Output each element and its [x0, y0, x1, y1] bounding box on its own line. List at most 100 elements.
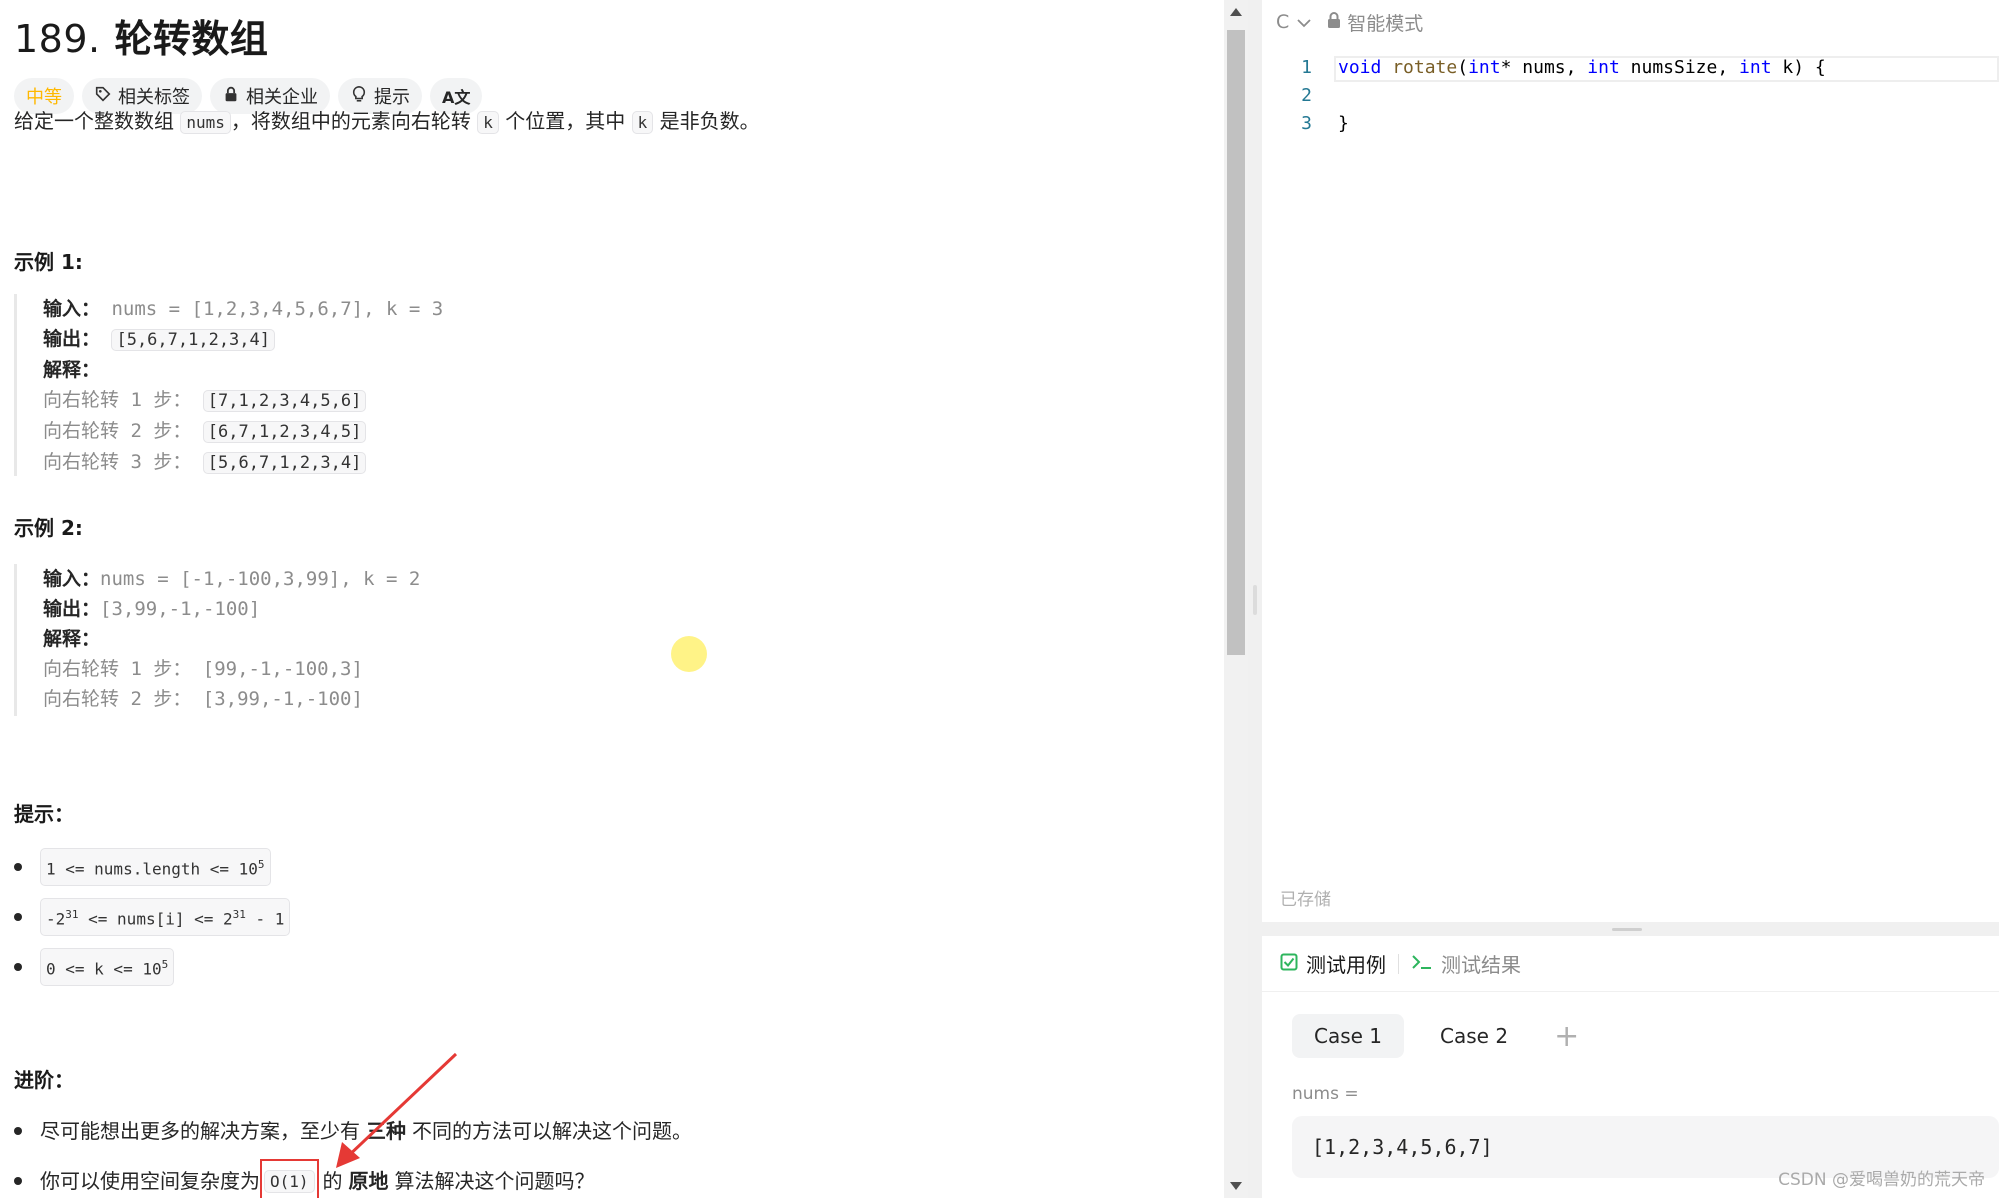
watermark: CSDN @爱喝兽奶的荒天帝	[1778, 1170, 1985, 1190]
step-value: [6,7,1,2,3,4,5]	[202, 421, 367, 443]
annotation-red-box: O(1)	[260, 1159, 319, 1198]
problem-statement: 给定一个整数数组 nums ，将数组中的元素向右轮转 k 个位置，其中 k 是非负…	[14, 106, 760, 138]
example-2-block: 输入：nums = [-1,-100,3,99], k = 2 输出：[3,99…	[14, 564, 420, 716]
output-label: 输出：	[43, 598, 101, 620]
lightbulb-icon	[350, 85, 368, 108]
bullet-icon	[14, 1127, 22, 1135]
code-line[interactable]: 1 void rotate(int* nums, int numsSize, i…	[1262, 54, 1999, 82]
constraint-code: 1 <= nums.length <= 105	[40, 847, 271, 887]
line-number: 3	[1301, 113, 1312, 134]
step-text: 向右轮转 1 步：	[43, 389, 192, 411]
test-panel-tabs: 测试用例 测试结果	[1262, 936, 1999, 992]
line-number: 2	[1301, 85, 1312, 106]
annotation-arrow-icon	[336, 1052, 458, 1168]
list-item: 0 <= k <= 105	[14, 942, 290, 992]
code-line[interactable]: 3 }	[1262, 110, 1999, 138]
input-value: nums = [1,2,3,4,5,6,7], k = 3	[111, 298, 444, 320]
example-2-heading: 示例 2:	[14, 516, 83, 540]
test-panel: 测试用例 测试结果 Case 1 Case 2 + nums = [1,2,3,…	[1262, 936, 1999, 1198]
translate-icon: A文	[442, 88, 471, 107]
statement-text: 个位置，其中	[505, 109, 626, 133]
example-1-block: 输入： nums = [1,2,3,4,5,6,7], k = 3 输出： [5…	[14, 294, 443, 476]
variable-name: nums =	[1292, 1084, 1359, 1104]
scroll-up-icon[interactable]	[1230, 8, 1242, 16]
explanation-label: 解释：	[43, 359, 101, 381]
bullet-icon	[14, 863, 22, 871]
problem-name: 轮转数组	[114, 17, 269, 61]
output-label: 输出：	[43, 328, 101, 350]
saved-status: 已存储	[1280, 890, 1331, 910]
example-1-heading: 示例 1:	[14, 250, 83, 274]
tab-result[interactable]: 测试结果	[1411, 949, 1521, 978]
horizontal-panel-splitter[interactable]	[1262, 922, 1999, 936]
advanced-text: 尽可能想出更多的解决方案，至少有	[40, 1119, 360, 1143]
problem-description-panel: 189. 轮转数组 中等 相关标签 相关企业 提示 A文 给定一个整数数组 nu…	[0, 0, 1222, 1198]
statement-text: 是非负数。	[659, 109, 760, 133]
lock-icon	[1327, 11, 1341, 33]
step-text: 向右轮转 1 步：	[43, 658, 192, 680]
explanation-label: 解释：	[43, 628, 101, 650]
advanced-heading: 进阶：	[14, 1068, 74, 1092]
statement-text: ，将数组中的元素向右轮转	[230, 109, 471, 133]
constraint-code: 0 <= k <= 105	[40, 947, 175, 987]
tab-testcase[interactable]: 测试用例	[1280, 949, 1386, 978]
mouse-cursor-highlight	[671, 636, 707, 672]
output-value: [3,99,-1,-100]	[100, 598, 261, 620]
advanced-bold-text: 原地	[348, 1169, 389, 1193]
statement-text: 给定一个整数数组	[14, 109, 174, 133]
output-value: [5,6,7,1,2,3,4]	[111, 329, 275, 351]
advanced-text: 的	[322, 1169, 343, 1193]
input-label: 输入：	[43, 568, 101, 590]
bullet-icon	[14, 913, 22, 921]
step-value: [3,99,-1,-100]	[202, 688, 363, 710]
code-text[interactable]: void rotate(int* nums, int numsSize, int…	[1338, 54, 1826, 82]
advanced-text: 你可以使用空间复杂度为	[40, 1169, 260, 1193]
step-text: 向右轮转 2 步：	[43, 688, 192, 710]
constraints-heading: 提示：	[14, 802, 74, 826]
step-value: [5,6,7,1,2,3,4]	[202, 452, 367, 474]
step-value: [99,-1,-100,3]	[202, 658, 363, 680]
case-tab-2[interactable]: Case 2	[1418, 1014, 1530, 1058]
step-text: 向右轮转 2 步：	[43, 420, 192, 442]
case-tab-1[interactable]: Case 1	[1292, 1014, 1405, 1058]
inline-code: k	[477, 111, 499, 134]
code-area[interactable]: 1 void rotate(int* nums, int numsSize, i…	[1262, 54, 1999, 138]
advanced-text: 算法解决这个问题吗？	[394, 1169, 595, 1193]
bullet-icon	[14, 963, 22, 971]
language-select[interactable]: C	[1276, 11, 1311, 33]
tab-testcase-label: 测试用例	[1306, 953, 1386, 977]
code-line[interactable]: 2	[1262, 82, 1999, 110]
language-label: C	[1276, 11, 1290, 33]
inline-code: k	[631, 111, 654, 134]
editor-toolbar: C 智能模式	[1262, 0, 1999, 44]
step-text: 向右轮转 3 步：	[43, 451, 192, 473]
inline-code: nums	[180, 111, 231, 134]
smart-mode-label: 智能模式	[1347, 12, 1424, 35]
tab-result-label: 测试结果	[1441, 953, 1521, 977]
vertical-panel-splitter[interactable]	[1248, 0, 1262, 1198]
list-item: -231 <= nums[i] <= 231 - 1	[14, 892, 291, 942]
list-item: 1 <= nums.length <= 105	[14, 842, 290, 892]
splitter-grip[interactable]	[1612, 928, 1642, 931]
step-value: [7,1,2,3,4,5,6]	[202, 390, 367, 412]
checkbox-checked-icon	[1280, 952, 1298, 976]
input-value: nums = [-1,-100,3,99], k = 2	[100, 568, 421, 590]
smart-mode-toggle[interactable]: 智能模式	[1327, 9, 1423, 36]
tab-divider	[1398, 953, 1399, 974]
lock-icon	[222, 85, 240, 108]
problem-title: 189. 轮转数组	[14, 8, 268, 63]
constraints-list: 1 <= nums.length <= 105 -231 <= nums[i] …	[14, 842, 291, 992]
description-scrollbar[interactable]	[1224, 0, 1248, 1198]
splitter-grip[interactable]	[1253, 585, 1257, 615]
case-tabs: Case 1 Case 2 +	[1292, 1014, 1589, 1058]
line-number: 1	[1301, 57, 1312, 78]
problem-number: 189.	[14, 17, 101, 61]
tag-icon	[94, 85, 112, 108]
code-text[interactable]: }	[1338, 110, 1349, 138]
input-label: 输入：	[43, 298, 101, 320]
scrollbar-thumb[interactable]	[1227, 30, 1245, 655]
scroll-down-icon[interactable]	[1230, 1182, 1242, 1190]
inline-code: O(1)	[264, 1170, 315, 1193]
add-case-icon[interactable]: +	[1544, 1019, 1589, 1054]
code-editor-panel: C 智能模式 1 void rotate(int* nums, int nums…	[1262, 0, 1999, 922]
